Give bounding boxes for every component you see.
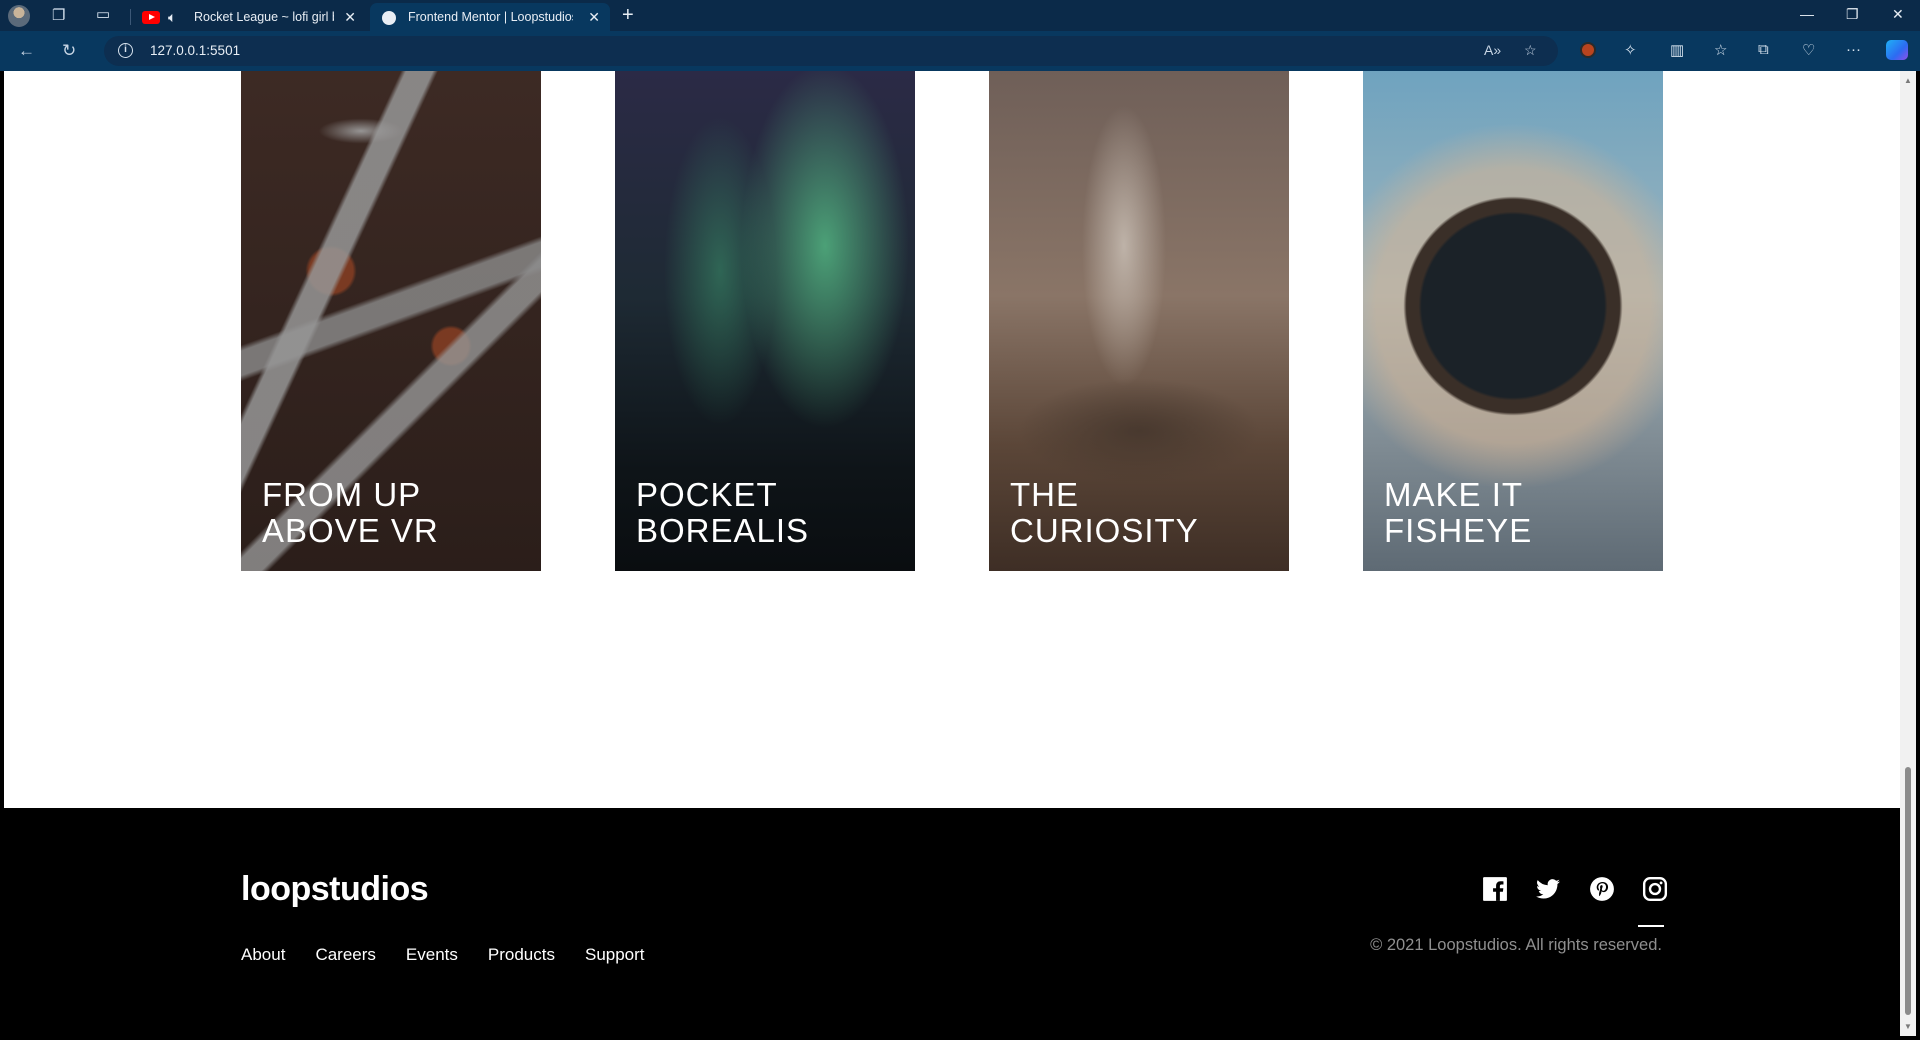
- scroll-up-icon[interactable]: ▲: [1904, 76, 1912, 85]
- extensions-puzzle-icon[interactable]: ✧: [1624, 41, 1637, 59]
- site-favicon-icon: [382, 11, 396, 25]
- page-scrollbar[interactable]: ▲ ▼: [1900, 71, 1916, 1036]
- page-viewport: FROM UP ABOVE VR POCKET BOREALIS THE CUR…: [4, 71, 1900, 1036]
- close-window-icon[interactable]: ✕: [1892, 6, 1904, 23]
- speaker-icon[interactable]: 🔈︎: [168, 9, 176, 26]
- workspaces-icon[interactable]: ❐: [52, 8, 65, 23]
- copyright-text: © 2021 Loopstudios. All rights reserved.: [1370, 936, 1662, 954]
- copilot-icon[interactable]: [1886, 40, 1908, 60]
- footer-nav: About Careers Events Products Support: [241, 945, 675, 965]
- footer-link-support[interactable]: Support: [585, 945, 645, 965]
- scroll-thumb[interactable]: [1905, 767, 1911, 1015]
- creation-card-pocket-borealis[interactable]: POCKET BOREALIS: [615, 71, 915, 571]
- close-tab-icon[interactable]: ✕: [344, 9, 356, 26]
- creation-title: POCKET BOREALIS: [636, 476, 810, 549]
- favorites-icon[interactable]: ☆: [1714, 41, 1727, 59]
- twitter-icon[interactable]: [1535, 876, 1561, 902]
- footer-link-careers[interactable]: Careers: [315, 945, 375, 965]
- pinterest-icon[interactable]: [1589, 876, 1615, 902]
- close-tab-icon[interactable]: ✕: [588, 9, 600, 26]
- creation-card-from-up-above-vr[interactable]: FROM UP ABOVE VR: [241, 71, 541, 571]
- refresh-icon[interactable]: ↻: [62, 41, 76, 61]
- tab-title: Rocket League ~ lofi girl be: [194, 10, 334, 24]
- settings-more-icon[interactable]: ···: [1846, 41, 1861, 58]
- footer-link-events[interactable]: Events: [406, 945, 458, 965]
- new-tab-icon[interactable]: +: [622, 4, 634, 27]
- footer-link-about[interactable]: About: [241, 945, 285, 965]
- youtube-icon: [142, 11, 160, 24]
- tab-title: Frontend Mentor | Loopstudios l: [408, 10, 573, 24]
- creation-title: FROM UP ABOVE VR: [262, 476, 439, 549]
- tab-frontend-mentor[interactable]: Frontend Mentor | Loopstudios l ✕: [370, 3, 610, 31]
- back-icon[interactable]: ←: [18, 41, 35, 61]
- split-screen-icon[interactable]: ▥: [1670, 41, 1684, 59]
- read-aloud-icon[interactable]: A»: [1484, 42, 1501, 58]
- instagram-hover-underline: [1638, 925, 1664, 927]
- tab-separator: [130, 9, 131, 25]
- creation-card-make-it-fisheye[interactable]: MAKE IT FISHEYE: [1363, 71, 1663, 571]
- url-field[interactable]: i 127.0.0.1:5501 A» ☆: [104, 36, 1558, 66]
- footer-link-products[interactable]: Products: [488, 945, 555, 965]
- tab-rocket-league[interactable]: 🔈︎ Rocket League ~ lofi girl be ✕: [134, 3, 366, 31]
- instagram-icon[interactable]: [1642, 876, 1668, 902]
- collections-icon[interactable]: ⧉: [1758, 41, 1769, 58]
- creation-card-the-curiosity[interactable]: THE CURIOSITY: [989, 71, 1289, 571]
- minimize-icon[interactable]: —: [1800, 6, 1814, 22]
- profile-avatar[interactable]: [8, 5, 30, 27]
- scroll-down-icon[interactable]: ▼: [1904, 1022, 1912, 1031]
- creation-title: THE CURIOSITY: [1010, 476, 1199, 549]
- restore-icon[interactable]: ❐: [1846, 6, 1859, 23]
- footer-logo[interactable]: loopstudios: [241, 870, 429, 909]
- performance-icon[interactable]: ♡: [1802, 41, 1815, 59]
- url-text[interactable]: 127.0.0.1:5501: [150, 43, 240, 58]
- tab-actions-icon[interactable]: ▭: [96, 7, 110, 22]
- site-footer: loopstudios About Careers Events Product…: [4, 808, 1900, 1036]
- tab-bar: ❐ ▭ 🔈︎ Rocket League ~ lofi girl be ✕ Fr…: [0, 0, 1920, 31]
- extension-icon[interactable]: [1580, 42, 1596, 58]
- site-info-icon[interactable]: i: [118, 43, 133, 58]
- creation-title: MAKE IT FISHEYE: [1384, 476, 1533, 549]
- facebook-icon[interactable]: [1482, 876, 1508, 902]
- favorite-star-icon[interactable]: ☆: [1524, 42, 1537, 59]
